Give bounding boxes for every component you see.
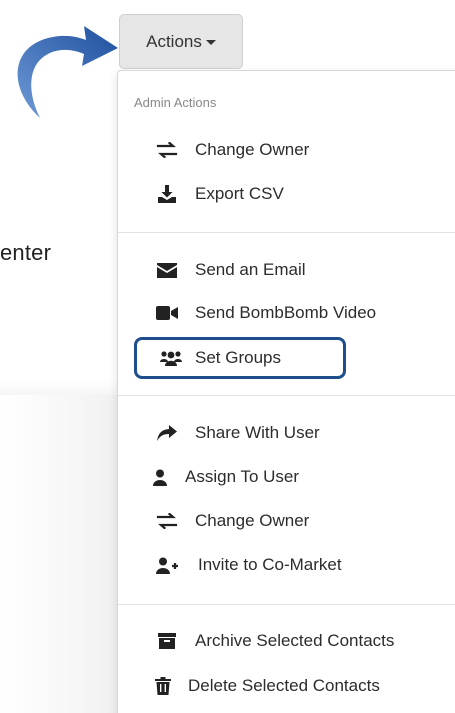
video-camera-icon [155, 303, 179, 323]
menu-item-label: Share With User [195, 423, 320, 442]
background-panel [0, 395, 118, 713]
screenshot-stage: enter Actions Admin Actions Change Owner [0, 0, 455, 713]
actions-dropdown-button[interactable]: Actions [119, 14, 243, 69]
menu-item-change-owner[interactable]: Change Owner [118, 501, 455, 541]
user-plus-icon [155, 555, 179, 575]
share-icon [155, 423, 179, 443]
actions-dropdown-menu: Admin Actions Change Owner Export CSV Se… [117, 70, 455, 713]
curved-arrow-icon [17, 26, 118, 118]
menu-item-invite-co-market[interactable]: Invite to Co-Market [118, 545, 455, 585]
menu-item-label: Invite to Co-Market [198, 555, 342, 574]
menu-item-label: Change Owner [195, 140, 310, 159]
menu-item-label: Assign To User [185, 467, 300, 486]
envelope-icon [155, 260, 179, 280]
menu-divider [118, 232, 455, 233]
trash-icon [151, 676, 175, 696]
exchange-icon [155, 511, 179, 531]
menu-item-label: Delete Selected Contacts [188, 676, 380, 695]
caret-down-icon [205, 40, 216, 45]
menu-item-send-bombbomb-video[interactable]: Send BombBomb Video [118, 293, 455, 333]
menu-item-share-with-user[interactable]: Share With User [118, 413, 455, 453]
actions-button-label: Actions [146, 31, 202, 51]
menu-item-label: Send BombBomb Video [195, 303, 377, 322]
menu-header-admin-actions: Admin Actions [134, 95, 217, 110]
menu-item-archive-selected[interactable]: Archive Selected Contacts [118, 621, 455, 661]
menu-item-send-email[interactable]: Send an Email [118, 250, 455, 290]
menu-item-label: Export CSV [195, 184, 284, 203]
menu-item-label: Send an Email [195, 260, 306, 279]
menu-item-delete-selected[interactable]: Delete Selected Contacts [118, 666, 455, 706]
exchange-icon [155, 140, 179, 160]
partial-text-enter: enter [0, 240, 52, 265]
menu-item-assign-to-user[interactable]: Assign To User [118, 457, 455, 497]
archive-icon [155, 631, 179, 651]
download-icon [155, 184, 179, 204]
menu-divider [118, 604, 455, 605]
menu-item-label: Archive Selected Contacts [195, 631, 395, 650]
user-icon [148, 467, 172, 487]
menu-item-label: Change Owner [195, 511, 310, 530]
menu-item-export-csv[interactable]: Export CSV [118, 174, 455, 214]
set-groups-highlight-box [134, 337, 346, 379]
menu-divider [118, 395, 455, 396]
menu-item-change-owner-admin[interactable]: Change Owner [118, 130, 455, 170]
